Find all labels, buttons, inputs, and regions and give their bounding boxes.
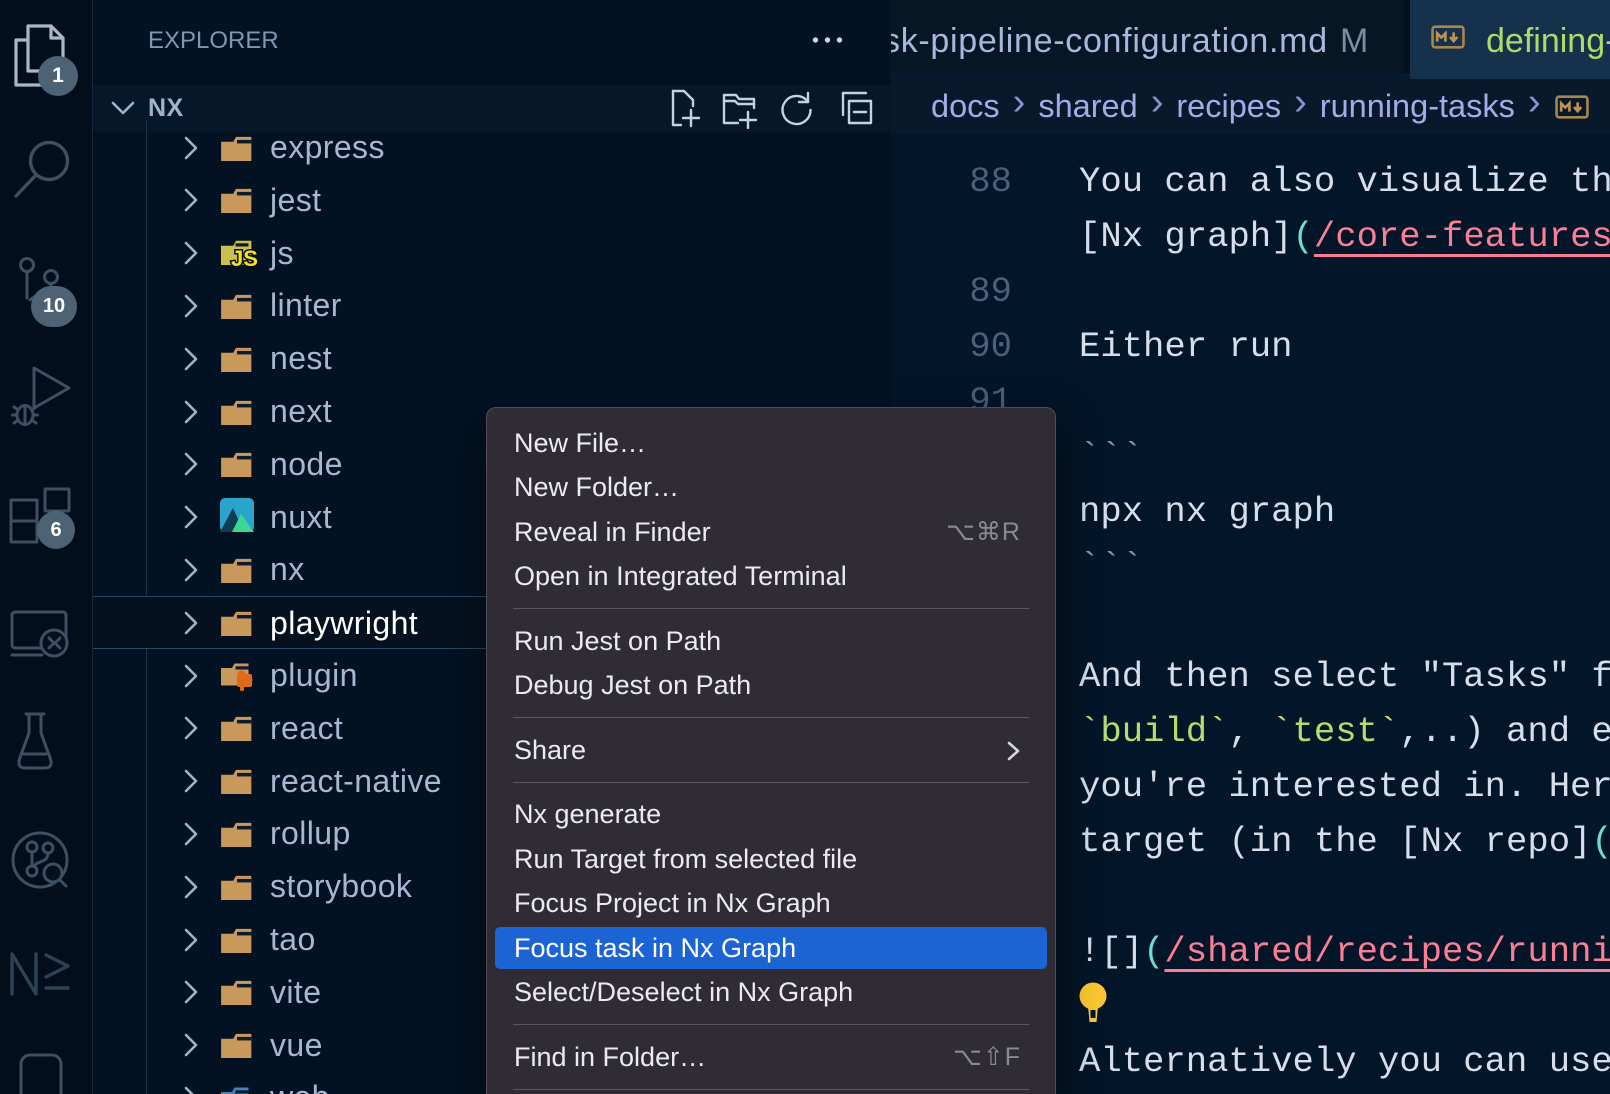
svg-text:JS: JS	[231, 246, 258, 270]
